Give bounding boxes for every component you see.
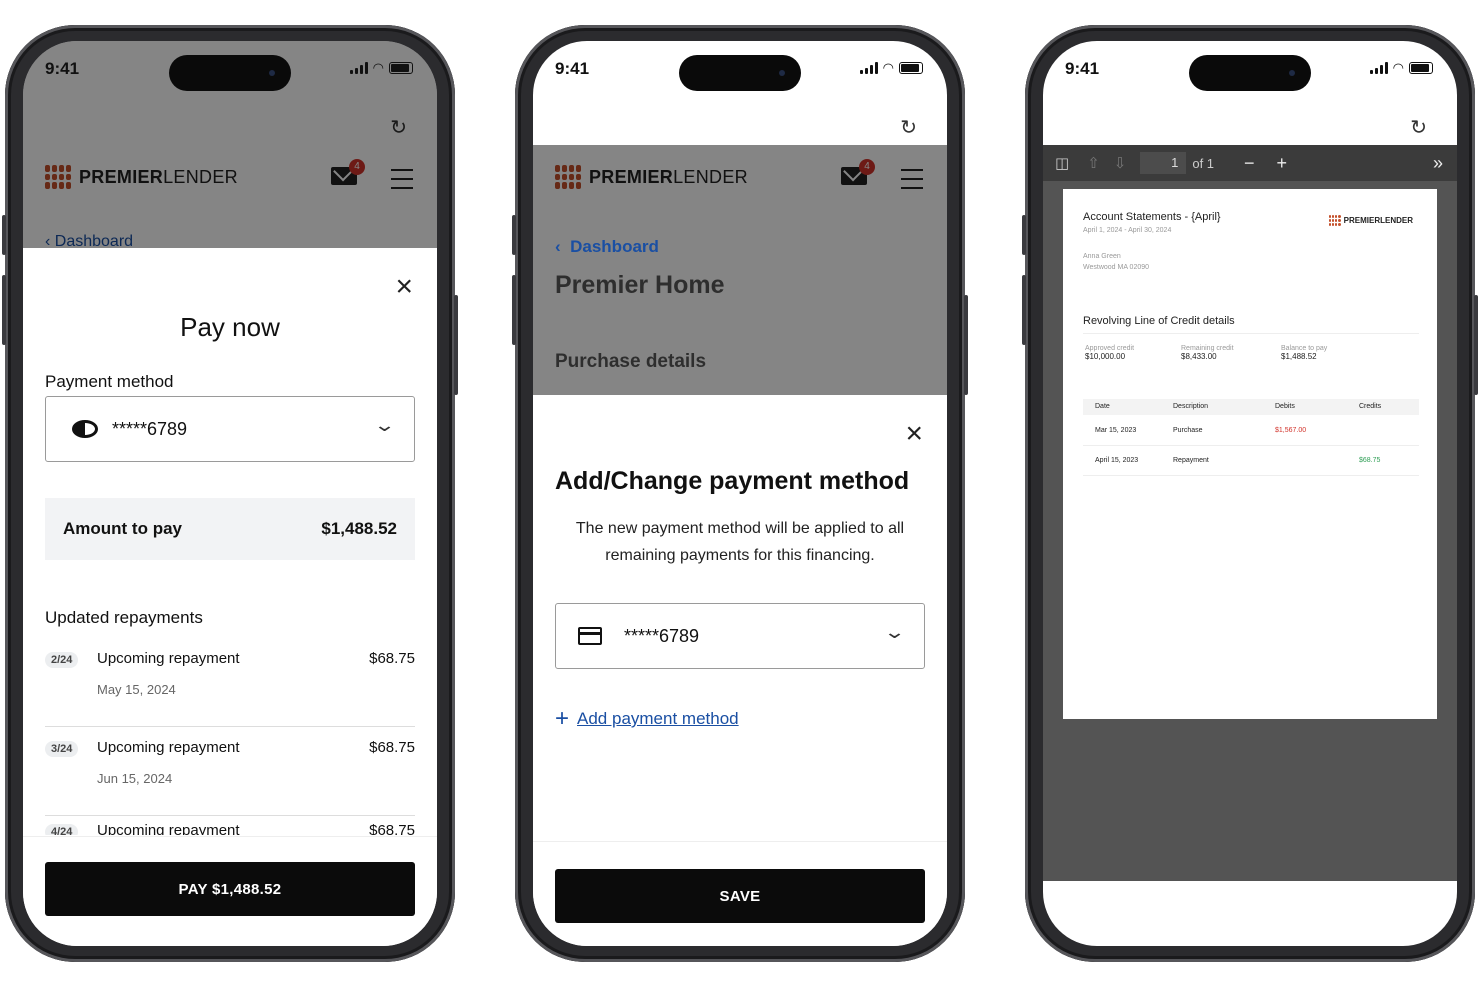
table-row: Mar 15, 2023 Purchase $1,567.00 — [1083, 417, 1419, 446]
dynamic-island — [1189, 55, 1311, 91]
status-time: 9:41 — [45, 59, 80, 78]
pay-button[interactable]: PAY $1,488.52 — [45, 862, 415, 916]
reload-icon[interactable]: ↻ — [900, 115, 917, 140]
logo-icon — [1328, 215, 1341, 226]
summary-item: Remaining credit $8,433.00 — [1181, 345, 1234, 361]
page-title: Premier Home — [555, 271, 725, 299]
doc-period: April 1, 2024 - April 30, 2024 — [1083, 227, 1172, 234]
doc-title: Account Statements - {April} — [1083, 211, 1221, 223]
plus-icon: + — [555, 705, 570, 732]
payment-method-label: Payment method — [45, 372, 174, 391]
arrow-down-icon[interactable]: ⇩ — [1114, 154, 1127, 172]
zoom-out-icon[interactable]: − — [1244, 153, 1255, 174]
more-tools-icon[interactable]: » — [1433, 153, 1443, 174]
repayment-label: Upcoming repayment — [97, 650, 240, 667]
pay-now-sheet: × Pay now Payment method *****6789 ⌄ Amo… — [23, 248, 437, 946]
list-item: 4/24 Upcoming repayment $68.75 — [45, 816, 415, 835]
wifi-icon: ◠ — [882, 60, 894, 75]
card-brand-icon — [72, 420, 98, 438]
repayment-amount: $68.75 — [369, 739, 415, 756]
close-icon[interactable]: × — [905, 419, 923, 449]
sidebar-toggle-icon[interactable]: ◫ — [1055, 154, 1069, 172]
save-button[interactable]: SAVE — [555, 869, 925, 923]
sheet-title: Add/Change payment method — [555, 467, 910, 495]
table-header: Date Description Debits Credits — [1083, 399, 1419, 415]
battery-icon — [389, 62, 413, 74]
phone-change-payment: 9:41 ◠ ↻ PREMIERLENDER 4 ‹ Dashboard Pre… — [512, 25, 968, 962]
table-row: April 15, 2023 Repayment $68.75 — [1083, 447, 1419, 476]
dynamic-island — [169, 55, 291, 91]
amount-label: Amount to pay — [63, 519, 182, 538]
battery-icon — [899, 62, 923, 74]
page-total: of 1 — [1192, 155, 1215, 171]
page-number-input[interactable]: 1 — [1140, 152, 1187, 174]
repayment-label: Upcoming repayment — [97, 739, 240, 756]
payment-method-select[interactable]: *****6789 ⌄ — [45, 396, 415, 462]
list-item: 3/24 Upcoming repayment $68.75 Jun 15, 2… — [45, 727, 415, 816]
payment-method-select[interactable]: *****6789 ⌄ — [555, 603, 925, 669]
reload-icon[interactable]: ↻ — [1410, 115, 1427, 140]
doc-logo: PREMIERLENDER — [1328, 215, 1413, 226]
pdf-toolbar: ◫ ⇧ ⇩ 1 of 1 − + » — [1043, 145, 1457, 181]
sheet-description: The new payment method will be applied t… — [575, 520, 905, 564]
signal-icon — [859, 62, 878, 74]
repayment-amount: $68.75 — [369, 650, 415, 667]
section-title: Revolving Line of Credit details — [1083, 315, 1235, 327]
phone-statement-pdf: 9:41 ◠ ↻ ◫ ⇧ ⇩ 1 of 1 − + » Account Stat… — [1022, 25, 1478, 962]
summary-item: Balance to pay $1,488.52 — [1281, 345, 1328, 361]
phone-pay-now: 9:41 ◠ ↻ PREMIERLENDER 4 ‹ Dashboard × P… — [2, 25, 458, 962]
amount-to-pay-box: Amount to pay $1,488.52 — [45, 498, 415, 560]
back-link[interactable]: ‹ Dashboard — [555, 237, 659, 257]
repayment-index: 4/24 — [45, 824, 79, 835]
card-number: *****6789 — [624, 625, 700, 646]
updated-repayments-label: Updated repayments — [45, 608, 203, 627]
repayment-label: Upcoming repayment — [97, 822, 240, 835]
amount-value: $1,488.52 — [321, 519, 397, 538]
screen: 9:41 ◠ ↻ PREMIERLENDER 4 ‹ Dashboard × P… — [23, 41, 437, 946]
customer-name: Anna Green — [1083, 253, 1121, 260]
repayment-index: 2/24 — [45, 652, 79, 668]
repayment-date: Jun 15, 2024 — [97, 771, 173, 786]
credit-card-icon — [578, 627, 602, 645]
zoom-in-icon[interactable]: + — [1277, 153, 1288, 174]
screen: 9:41 ◠ ↻ PREMIERLENDER 4 ‹ Dashboard Pre… — [533, 41, 947, 946]
wifi-icon: ◠ — [372, 60, 384, 75]
pdf-page: Account Statements - {April} April 1, 20… — [1063, 189, 1437, 719]
customer-address: Westwood MA 02090 — [1083, 264, 1150, 271]
status-time: 9:41 — [555, 59, 590, 78]
signal-icon — [349, 62, 368, 74]
sheet-title: Pay now — [180, 312, 280, 342]
status-time: 9:41 — [1065, 59, 1100, 78]
repayment-amount: $68.75 — [369, 822, 415, 835]
add-payment-method-link[interactable]: + Add payment method — [555, 705, 739, 733]
chevron-down-icon: ⌄ — [373, 415, 396, 435]
section-title: Purchase details — [555, 351, 707, 372]
repayment-date: May 15, 2024 — [97, 682, 176, 697]
arrow-up-icon[interactable]: ⇧ — [1087, 154, 1100, 172]
chevron-down-icon: ⌄ — [883, 622, 906, 642]
battery-icon — [1409, 62, 1433, 74]
dynamic-island — [679, 55, 801, 91]
close-icon[interactable]: × — [395, 272, 413, 302]
wifi-icon: ◠ — [1392, 60, 1404, 75]
repayment-index: 3/24 — [45, 741, 79, 757]
card-number: *****6789 — [112, 418, 188, 439]
list-item: 2/24 Upcoming repayment $68.75 May 15, 2… — [45, 638, 415, 727]
change-payment-sheet: × Add/Change payment method The new paym… — [533, 395, 947, 946]
screen: 9:41 ◠ ↻ ◫ ⇧ ⇩ 1 of 1 − + » Account Stat… — [1043, 41, 1457, 946]
signal-icon — [1369, 62, 1388, 74]
summary-item: Approved credit $10,000.00 — [1085, 345, 1135, 361]
